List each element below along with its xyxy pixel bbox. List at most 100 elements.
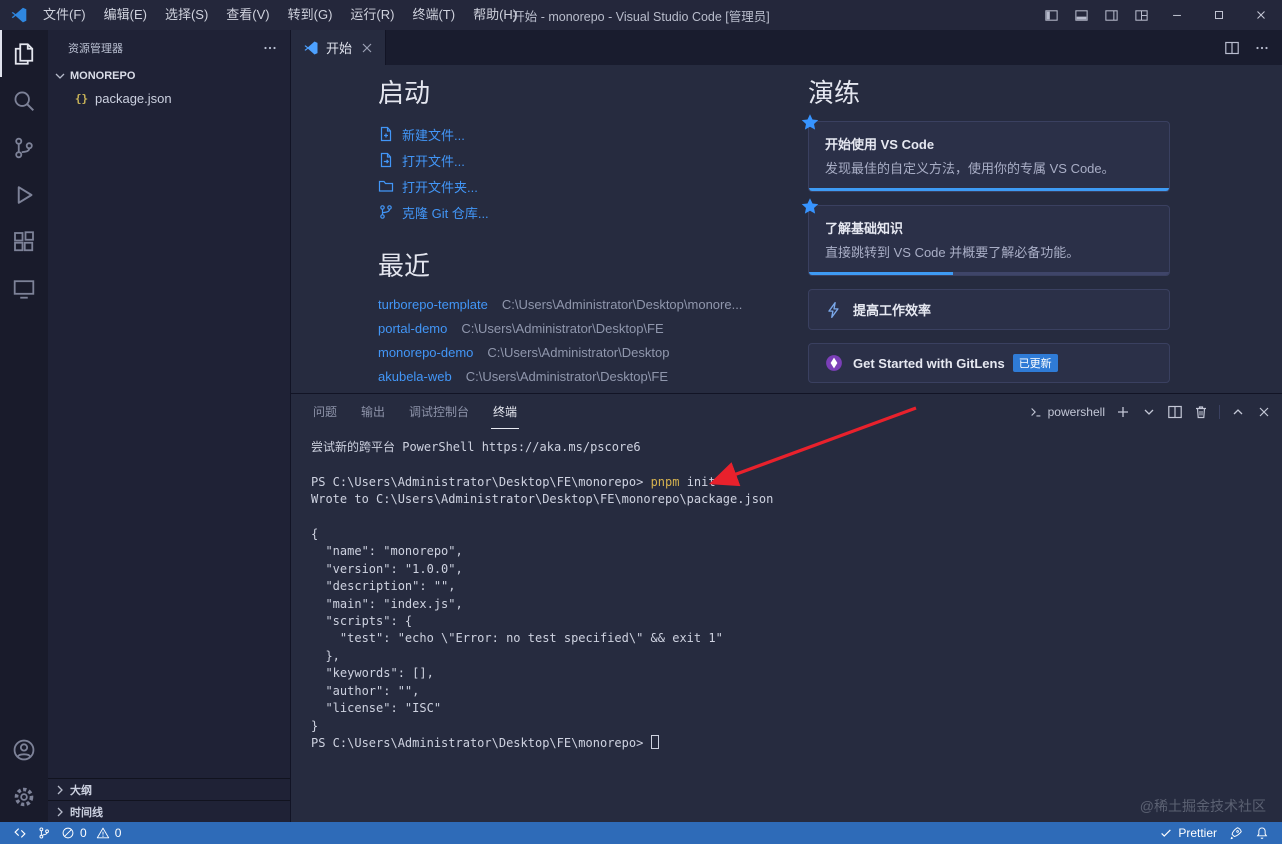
vscode-window: 文件(F) 编辑(E) 选择(S) 查看(V) 转到(G) 运行(R) 终端(T) 帮助(H)… — [0, 0, 1282, 844]
minimize-icon — [1170, 8, 1184, 22]
terminal-line: { — [311, 526, 1282, 543]
file-package.json[interactable]: {} package.json — [48, 87, 290, 109]
close-button[interactable] — [1240, 0, 1282, 30]
terminal-dropdown-button[interactable] — [1141, 404, 1157, 420]
menu-item[interactable]: 编辑(E) — [95, 0, 156, 30]
walkthrough-card[interactable]: 开始使用 VS Code 发现最佳的自定义方法，使用你的专属 VS Code。 — [801, 114, 1170, 192]
start-action-label: 打开文件夹... — [402, 179, 478, 195]
menu-item[interactable]: 帮助(H) — [464, 0, 526, 30]
more-actions-icon[interactable] — [262, 40, 278, 56]
welcome-right-column: 演练 开始使用 VS Code 发现最佳的自定义方法，使用你的专属 VS Code… — [801, 78, 1170, 393]
gitlens-launchpad[interactable] — [1224, 822, 1248, 844]
panel-tab-输出[interactable]: 输出 — [359, 394, 387, 429]
activity-search[interactable] — [0, 77, 48, 124]
tab-label: 开始 — [326, 41, 353, 56]
activity-remote-explorer[interactable] — [0, 265, 48, 312]
terminal-text: "test": "echo \"Error: no test specified… — [311, 631, 723, 646]
terminal-line: } — [311, 718, 1282, 735]
start-action[interactable]: 打开文件... — [378, 147, 790, 173]
layout-controls — [1036, 0, 1156, 30]
walkthrough-card[interactable]: 了解基础知识 直接跳转到 VS Code 并概要了解必备功能。 — [801, 198, 1170, 276]
recent-path: C:\Users\Administrator\Desktop\monore... — [501, 296, 743, 312]
tab-actions — [1224, 30, 1282, 65]
activity-run-debug[interactable] — [0, 171, 48, 218]
recent-item[interactable]: turborepo-template C:\Users\Administrator… — [378, 292, 790, 316]
menu-item[interactable]: 转到(G) — [279, 0, 342, 30]
recent-item[interactable]: portal-demo C:\Users\Administrator\Deskto… — [378, 316, 790, 340]
layout-sidebar-button[interactable] — [1036, 0, 1066, 30]
json-file-icon: {} — [74, 91, 89, 105]
layout-sidebar-right-button[interactable] — [1096, 0, 1126, 30]
sidebar-bottom-sections: 大纲 时间线 — [48, 778, 290, 822]
terminal-text: pnpm — [650, 474, 680, 489]
terminal-line: "keywords": [], — [311, 665, 1282, 682]
terminal-line: "description": "", — [311, 578, 1282, 595]
prettier-status[interactable]: Prettier — [1154, 822, 1222, 844]
remote-explorer-icon — [12, 277, 36, 301]
recent-name: akubela-web — [378, 368, 452, 384]
menu-item[interactable]: 文件(F) — [34, 0, 95, 30]
terminal-output[interactable]: 尝试新的跨平台 PowerShell https://aka.ms/pscore… — [291, 429, 1282, 822]
close-icon[interactable] — [359, 40, 375, 56]
terminal-text: "version": "1.0.0", — [311, 561, 463, 576]
terminal-line: "author": "", — [311, 683, 1282, 700]
explorer-header: 资源管理器 — [48, 30, 290, 65]
layout-customize-button[interactable] — [1126, 0, 1156, 30]
panel-tab-调试控制台[interactable]: 调试控制台 — [407, 394, 471, 429]
panel-tab-问题[interactable]: 问题 — [311, 394, 339, 429]
sidebar-section-时间线[interactable]: 时间线 — [48, 800, 290, 822]
menu-item[interactable]: 选择(S) — [156, 0, 217, 30]
prettier-label: Prettier — [1178, 826, 1217, 840]
layout-panel-button[interactable] — [1066, 0, 1096, 30]
start-action[interactable]: 打开文件夹... — [378, 173, 790, 199]
source-control-status[interactable] — [32, 822, 56, 844]
walkthrough-card[interactable]: Get Started with GitLens 已更新 — [808, 343, 1170, 383]
activity-source-control[interactable] — [0, 124, 48, 171]
split-terminal-button[interactable] — [1167, 404, 1183, 420]
more-actions-button[interactable] — [1254, 40, 1270, 56]
recent-item[interactable]: monorepo-demo C:\Users\Administrator\Desk… — [378, 340, 790, 364]
start-action[interactable]: 克隆 Git 仓库... — [378, 199, 790, 225]
explorer-sidebar: 资源管理器 MONOREPO {} package.json 大纲 时间线 — [48, 30, 291, 822]
notifications[interactable] — [1250, 822, 1274, 844]
terminal-line: "test": "echo \"Error: no test specified… — [311, 630, 1282, 647]
extensions-icon — [12, 230, 36, 254]
remote-indicator[interactable] — [8, 822, 32, 844]
activity-account[interactable] — [0, 726, 48, 773]
window-title: 开始 - monorepo - Visual Studio Code [管理员] — [512, 9, 770, 24]
problems-status[interactable]: 0 0 — [56, 822, 126, 844]
sidebar-section-大纲[interactable]: 大纲 — [48, 778, 290, 800]
activity-settings[interactable] — [0, 773, 48, 820]
kill-terminal-button[interactable] — [1193, 404, 1209, 420]
menu-item[interactable]: 查看(V) — [217, 0, 278, 30]
minimize-button[interactable] — [1156, 0, 1198, 30]
walkthrough-title: 了解基础知识 — [825, 221, 904, 236]
panel-tab-终端[interactable]: 终端 — [491, 394, 520, 429]
split-editor-button[interactable] — [1224, 40, 1240, 56]
new-terminal-button[interactable] — [1115, 404, 1131, 420]
activity-explorer[interactable] — [0, 30, 48, 77]
tab-get-started[interactable]: 开始 — [291, 30, 387, 65]
menu-item[interactable]: 运行(R) — [341, 0, 403, 30]
tree-root-folder[interactable]: MONOREPO — [48, 65, 290, 87]
activity-extensions[interactable] — [0, 218, 48, 265]
terminal-text: Wrote to C:\Users\Administrator\Desktop\… — [311, 492, 774, 507]
terminal-text: 尝试新的跨平台 PowerShell https://aka.ms/pscore… — [311, 440, 641, 454]
recent-heading: 最近 — [378, 251, 431, 281]
git-branch-icon — [37, 826, 51, 840]
close-panel-button[interactable] — [1256, 404, 1272, 420]
recent-item[interactable]: akubela-web C:\Users\Administrator\Deskto… — [378, 364, 790, 388]
file-list: {} package.json — [48, 87, 290, 109]
activity-bar-bottom — [0, 726, 48, 822]
menu-bar: 文件(F) 编辑(E) 选择(S) 查看(V) 转到(G) 运行(R) 终端(T) 帮助(H) — [34, 0, 526, 30]
menu-item[interactable]: 终端(T) — [403, 0, 464, 30]
start-action-label: 克隆 Git 仓库... — [402, 205, 489, 221]
recent-path: C:\Users\Administrator\Desktop — [487, 344, 670, 360]
maximize-button[interactable] — [1198, 0, 1240, 30]
maximize-panel-button[interactable] — [1230, 404, 1246, 420]
panel-tabs: 问题 输出 调试控制台 终端 — [311, 394, 520, 429]
walkthrough-card[interactable]: 提高工作效率 — [808, 289, 1170, 330]
start-action[interactable]: 新建文件... — [378, 121, 790, 147]
terminal-profile[interactable]: powershell — [1029, 405, 1105, 419]
